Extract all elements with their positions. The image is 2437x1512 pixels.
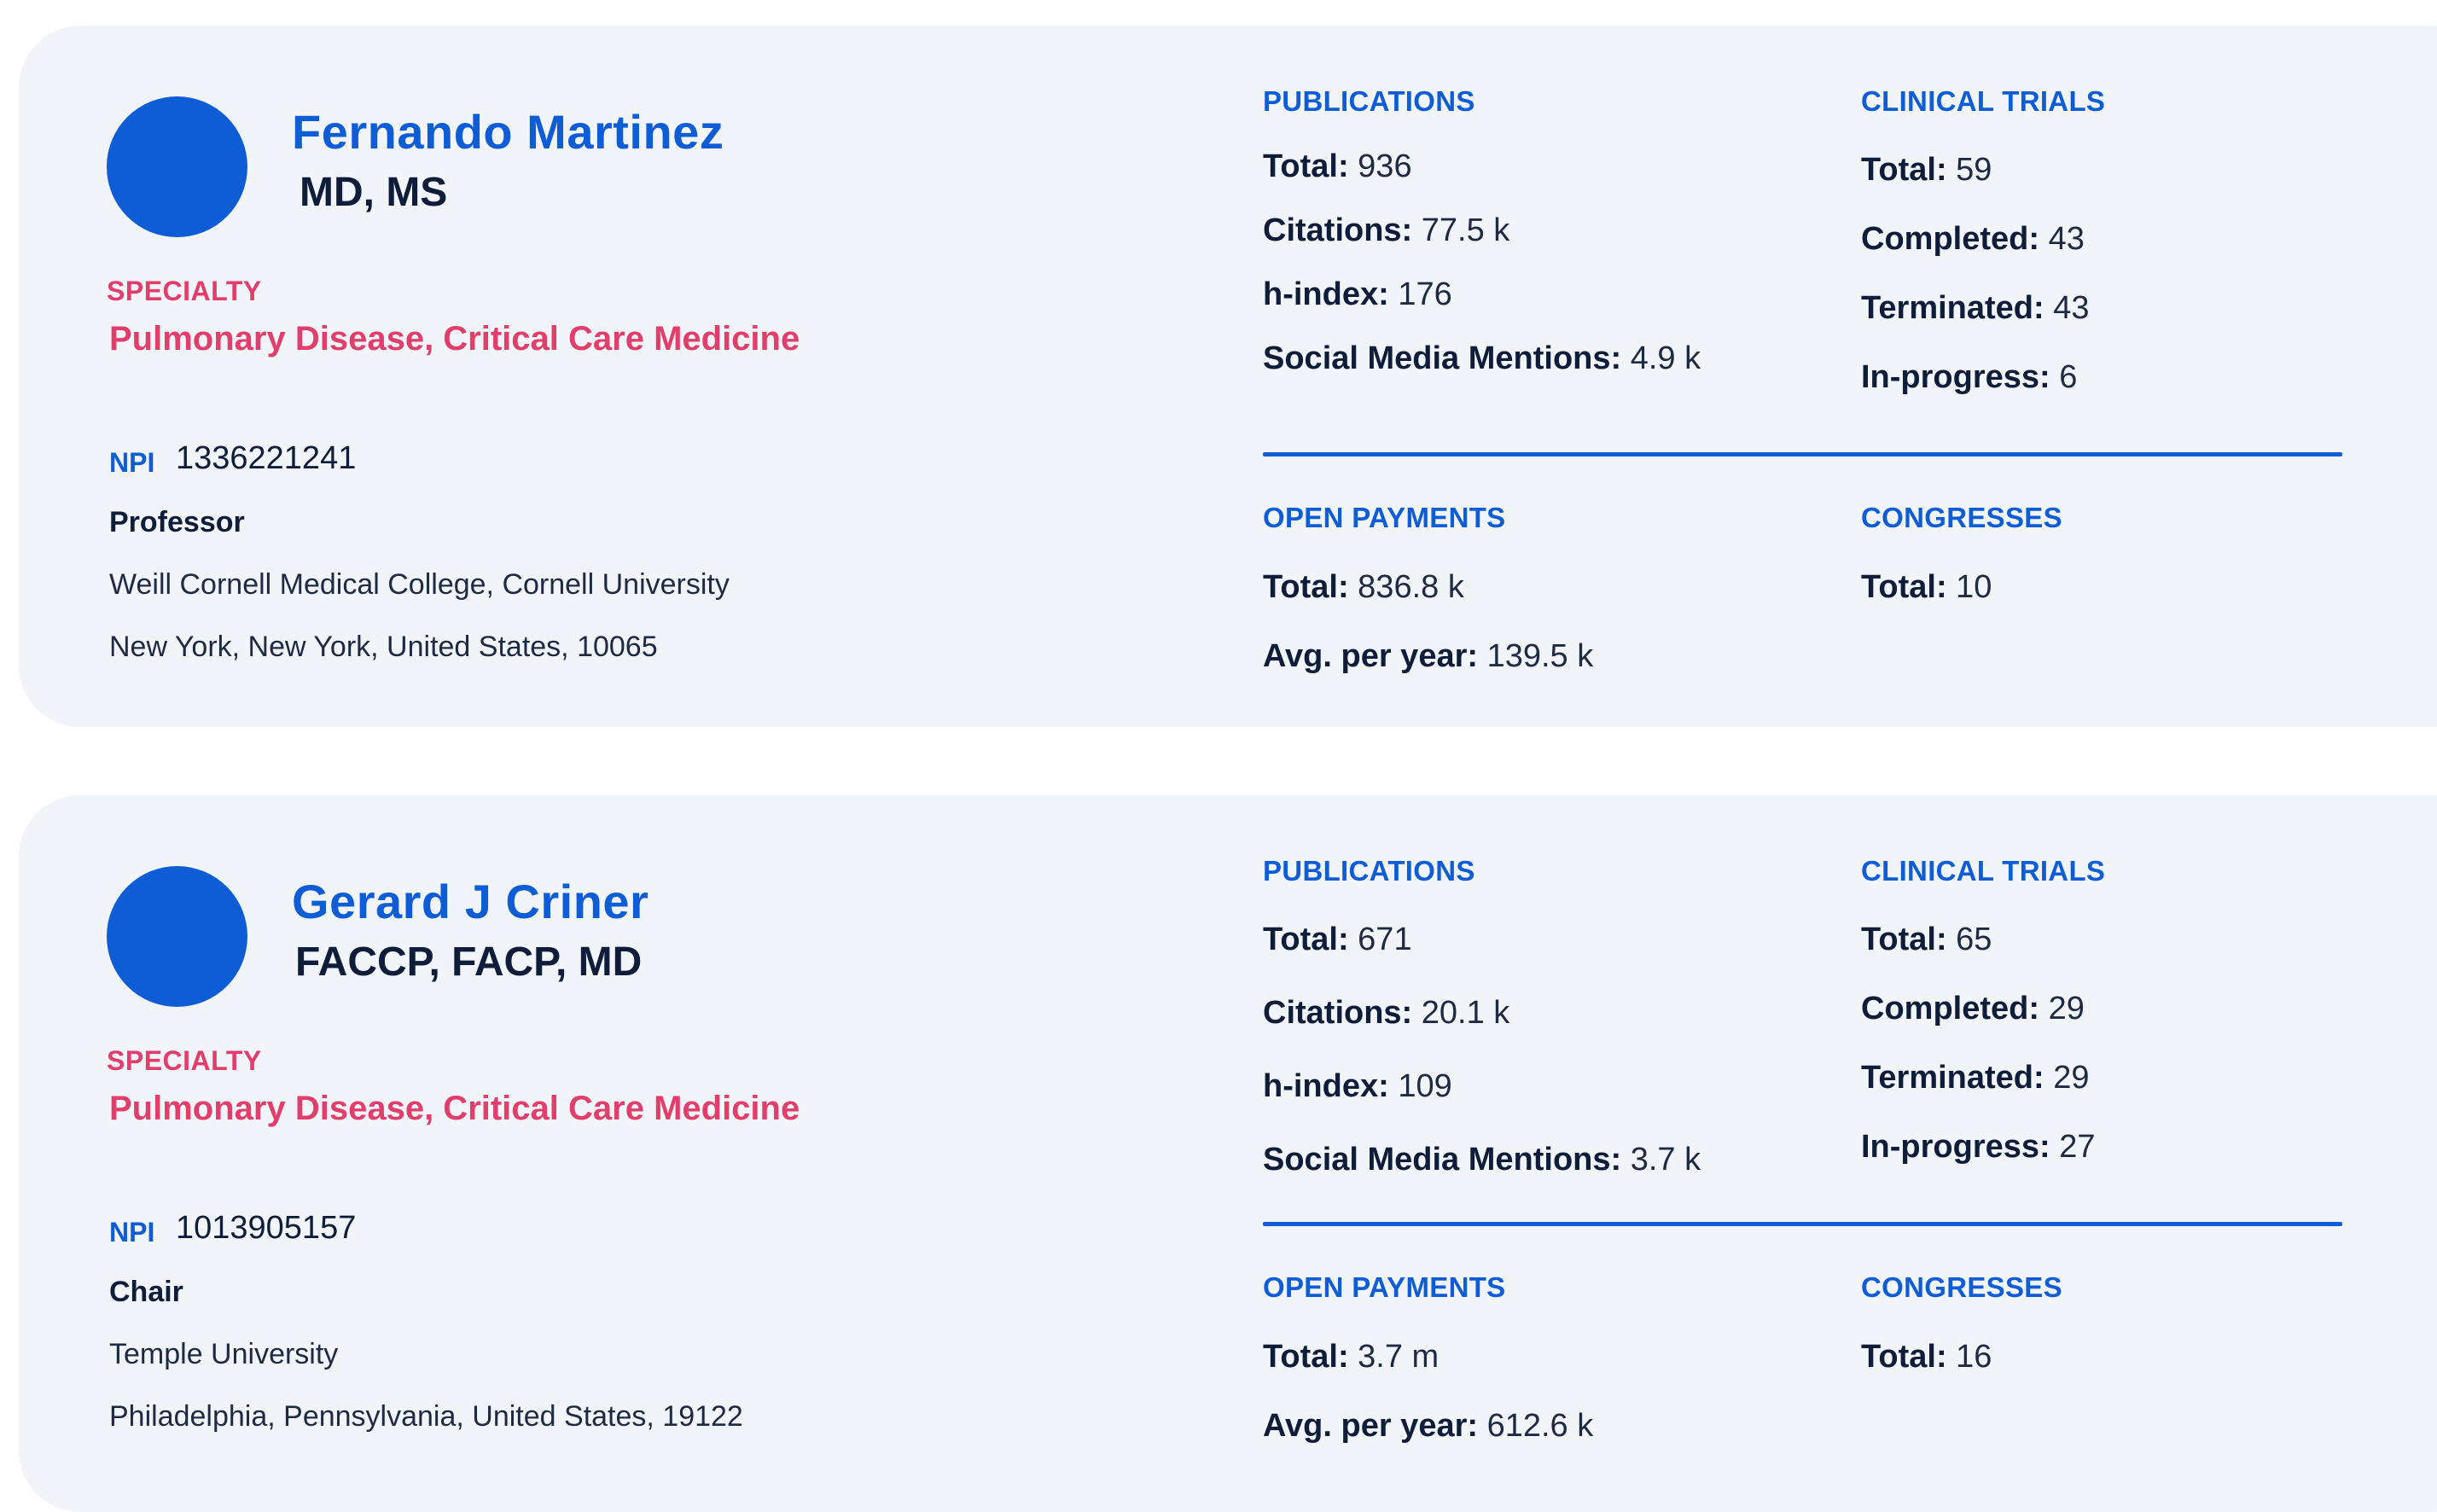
stat-label: Total: [1263,569,1349,605]
npi-value: 1336221241 [176,440,357,476]
congresses-total: Total: 10 [1861,569,1992,606]
stat-label: Total: [1263,148,1349,184]
congresses-total: Total: 16 [1861,1339,1992,1375]
address: Philadelphia, Pennsylvania, United State… [109,1400,743,1433]
profile-credentials: MD, MS [300,170,448,215]
avatar [107,96,247,237]
publications-heading: PUBLICATIONS [1263,855,1475,887]
clinical-trials-heading: CLINICAL TRIALS [1861,85,2106,117]
publications-total: Total: 671 [1263,922,1412,958]
stat-label: Total: [1861,922,1947,957]
clinical-trials-heading: CLINICAL TRIALS [1861,855,2106,887]
stat-value: 612.6 k [1486,1408,1594,1444]
section-divider [1263,1222,2342,1226]
stat-value: 16 [1956,1339,1992,1375]
trials-inprogress: In-progress: 27 [1861,1129,2096,1166]
stat-label: In-progress: [1861,359,2050,395]
stat-value: 3.7 k [1630,1142,1701,1178]
publications-hindex: h-index: 176 [1263,276,1452,313]
stat-label: Avg. per year: [1263,1408,1479,1444]
stat-value: 10 [1956,569,1992,605]
stat-value: 109 [1398,1068,1452,1104]
role-title: Chair [109,1276,183,1308]
section-divider [1263,452,2342,457]
publications-hindex: h-index: 109 [1263,1068,1452,1105]
stat-value: 29 [2053,1060,2090,1096]
stat-label: h-index: [1263,276,1389,312]
open-payments-heading: OPEN PAYMENTS [1263,502,1506,533]
stat-value: 6 [2059,359,2078,395]
stat-value: 43 [2048,221,2085,257]
stat-value: 59 [1956,152,1992,188]
profile-credentials: FACCP, FACP, MD [295,939,643,985]
trials-completed: Completed: 43 [1861,221,2085,258]
open-payments-heading: OPEN PAYMENTS [1263,1271,1506,1303]
trials-inprogress: In-progress: 6 [1861,359,2077,396]
stat-value: 3.7 m [1358,1339,1440,1375]
publications-citations: Citations: 20.1 k [1263,995,1509,1032]
npi-label: NPI [109,1217,155,1247]
trials-total: Total: 65 [1861,922,1992,958]
stat-value: 29 [2048,991,2085,1026]
role-title: Professor [109,506,245,538]
stat-value: 43 [2053,290,2090,326]
stat-label: Citations: [1263,995,1413,1031]
stat-label: Terminated: [1861,290,2044,326]
trials-total: Total: 59 [1861,152,1992,189]
stat-label: Completed: [1861,221,2039,257]
npi-label: NPI [109,447,155,478]
profile-card[interactable]: Fernando Martinez MD, MS SPECIALTY Pulmo… [19,26,2437,727]
stat-label: Total: [1861,152,1947,188]
address: New York, New York, United States, 10065 [109,631,658,663]
congresses-heading: CONGRESSES [1861,1271,2062,1303]
payments-avg: Avg. per year: 612.6 k [1263,1408,1593,1445]
stat-label: Total: [1263,1339,1349,1375]
congresses-heading: CONGRESSES [1861,502,2062,533]
stat-label: h-index: [1263,1068,1389,1104]
publications-social: Social Media Mentions: 4.9 k [1263,340,1701,377]
publications-total: Total: 936 [1263,148,1412,185]
stat-value: 936 [1358,148,1412,184]
npi-value: 1013905157 [176,1210,357,1246]
stat-label: Total: [1263,922,1349,957]
trials-completed: Completed: 29 [1861,991,2085,1027]
stat-value: 65 [1956,922,1992,957]
stat-value: 139.5 k [1486,638,1594,674]
profile-name[interactable]: Gerard J Criner [292,874,649,929]
institution: Weill Cornell Medical College, Cornell U… [109,568,730,601]
trials-terminated: Terminated: 43 [1861,290,2090,327]
specialty-value: Pulmonary Disease, Critical Care Medicin… [109,1090,800,1127]
stat-value: 836.8 k [1358,569,1464,605]
publications-social: Social Media Mentions: 3.7 k [1263,1142,1701,1178]
publications-heading: PUBLICATIONS [1263,85,1475,117]
specialty-label: SPECIALTY [107,276,262,306]
payments-total: Total: 836.8 k [1263,569,1464,606]
payments-avg: Avg. per year: 139.5 k [1263,638,1593,675]
stat-value: 27 [2059,1129,2096,1165]
avatar [107,866,247,1007]
institution: Temple University [109,1338,339,1370]
publications-citations: Citations: 77.5 k [1263,212,1509,249]
stat-value: 20.1 k [1421,995,1510,1031]
payments-total: Total: 3.7 m [1263,1339,1439,1375]
stat-value: 4.9 k [1630,340,1701,376]
specialty-value: Pulmonary Disease, Critical Care Medicin… [109,320,800,358]
stat-label: Total: [1861,1339,1947,1375]
profile-name[interactable]: Fernando Martinez [292,104,724,160]
stat-value: 671 [1358,922,1412,957]
stat-label: Terminated: [1861,1060,2044,1096]
stat-label: In-progress: [1861,1129,2050,1165]
stat-value: 77.5 k [1421,212,1510,248]
stat-label: Total: [1861,569,1947,605]
stat-label: Avg. per year: [1263,638,1479,674]
specialty-label: SPECIALTY [107,1045,262,1076]
stat-label: Citations: [1263,212,1413,248]
stat-value: 176 [1398,276,1452,312]
trials-terminated: Terminated: 29 [1861,1060,2090,1096]
stat-label: Social Media Mentions: [1263,1142,1622,1178]
stat-label: Social Media Mentions: [1263,340,1622,376]
stat-label: Completed: [1861,991,2039,1026]
profile-card[interactable]: Gerard J Criner FACCP, FACP, MD SPECIALT… [19,795,2437,1512]
